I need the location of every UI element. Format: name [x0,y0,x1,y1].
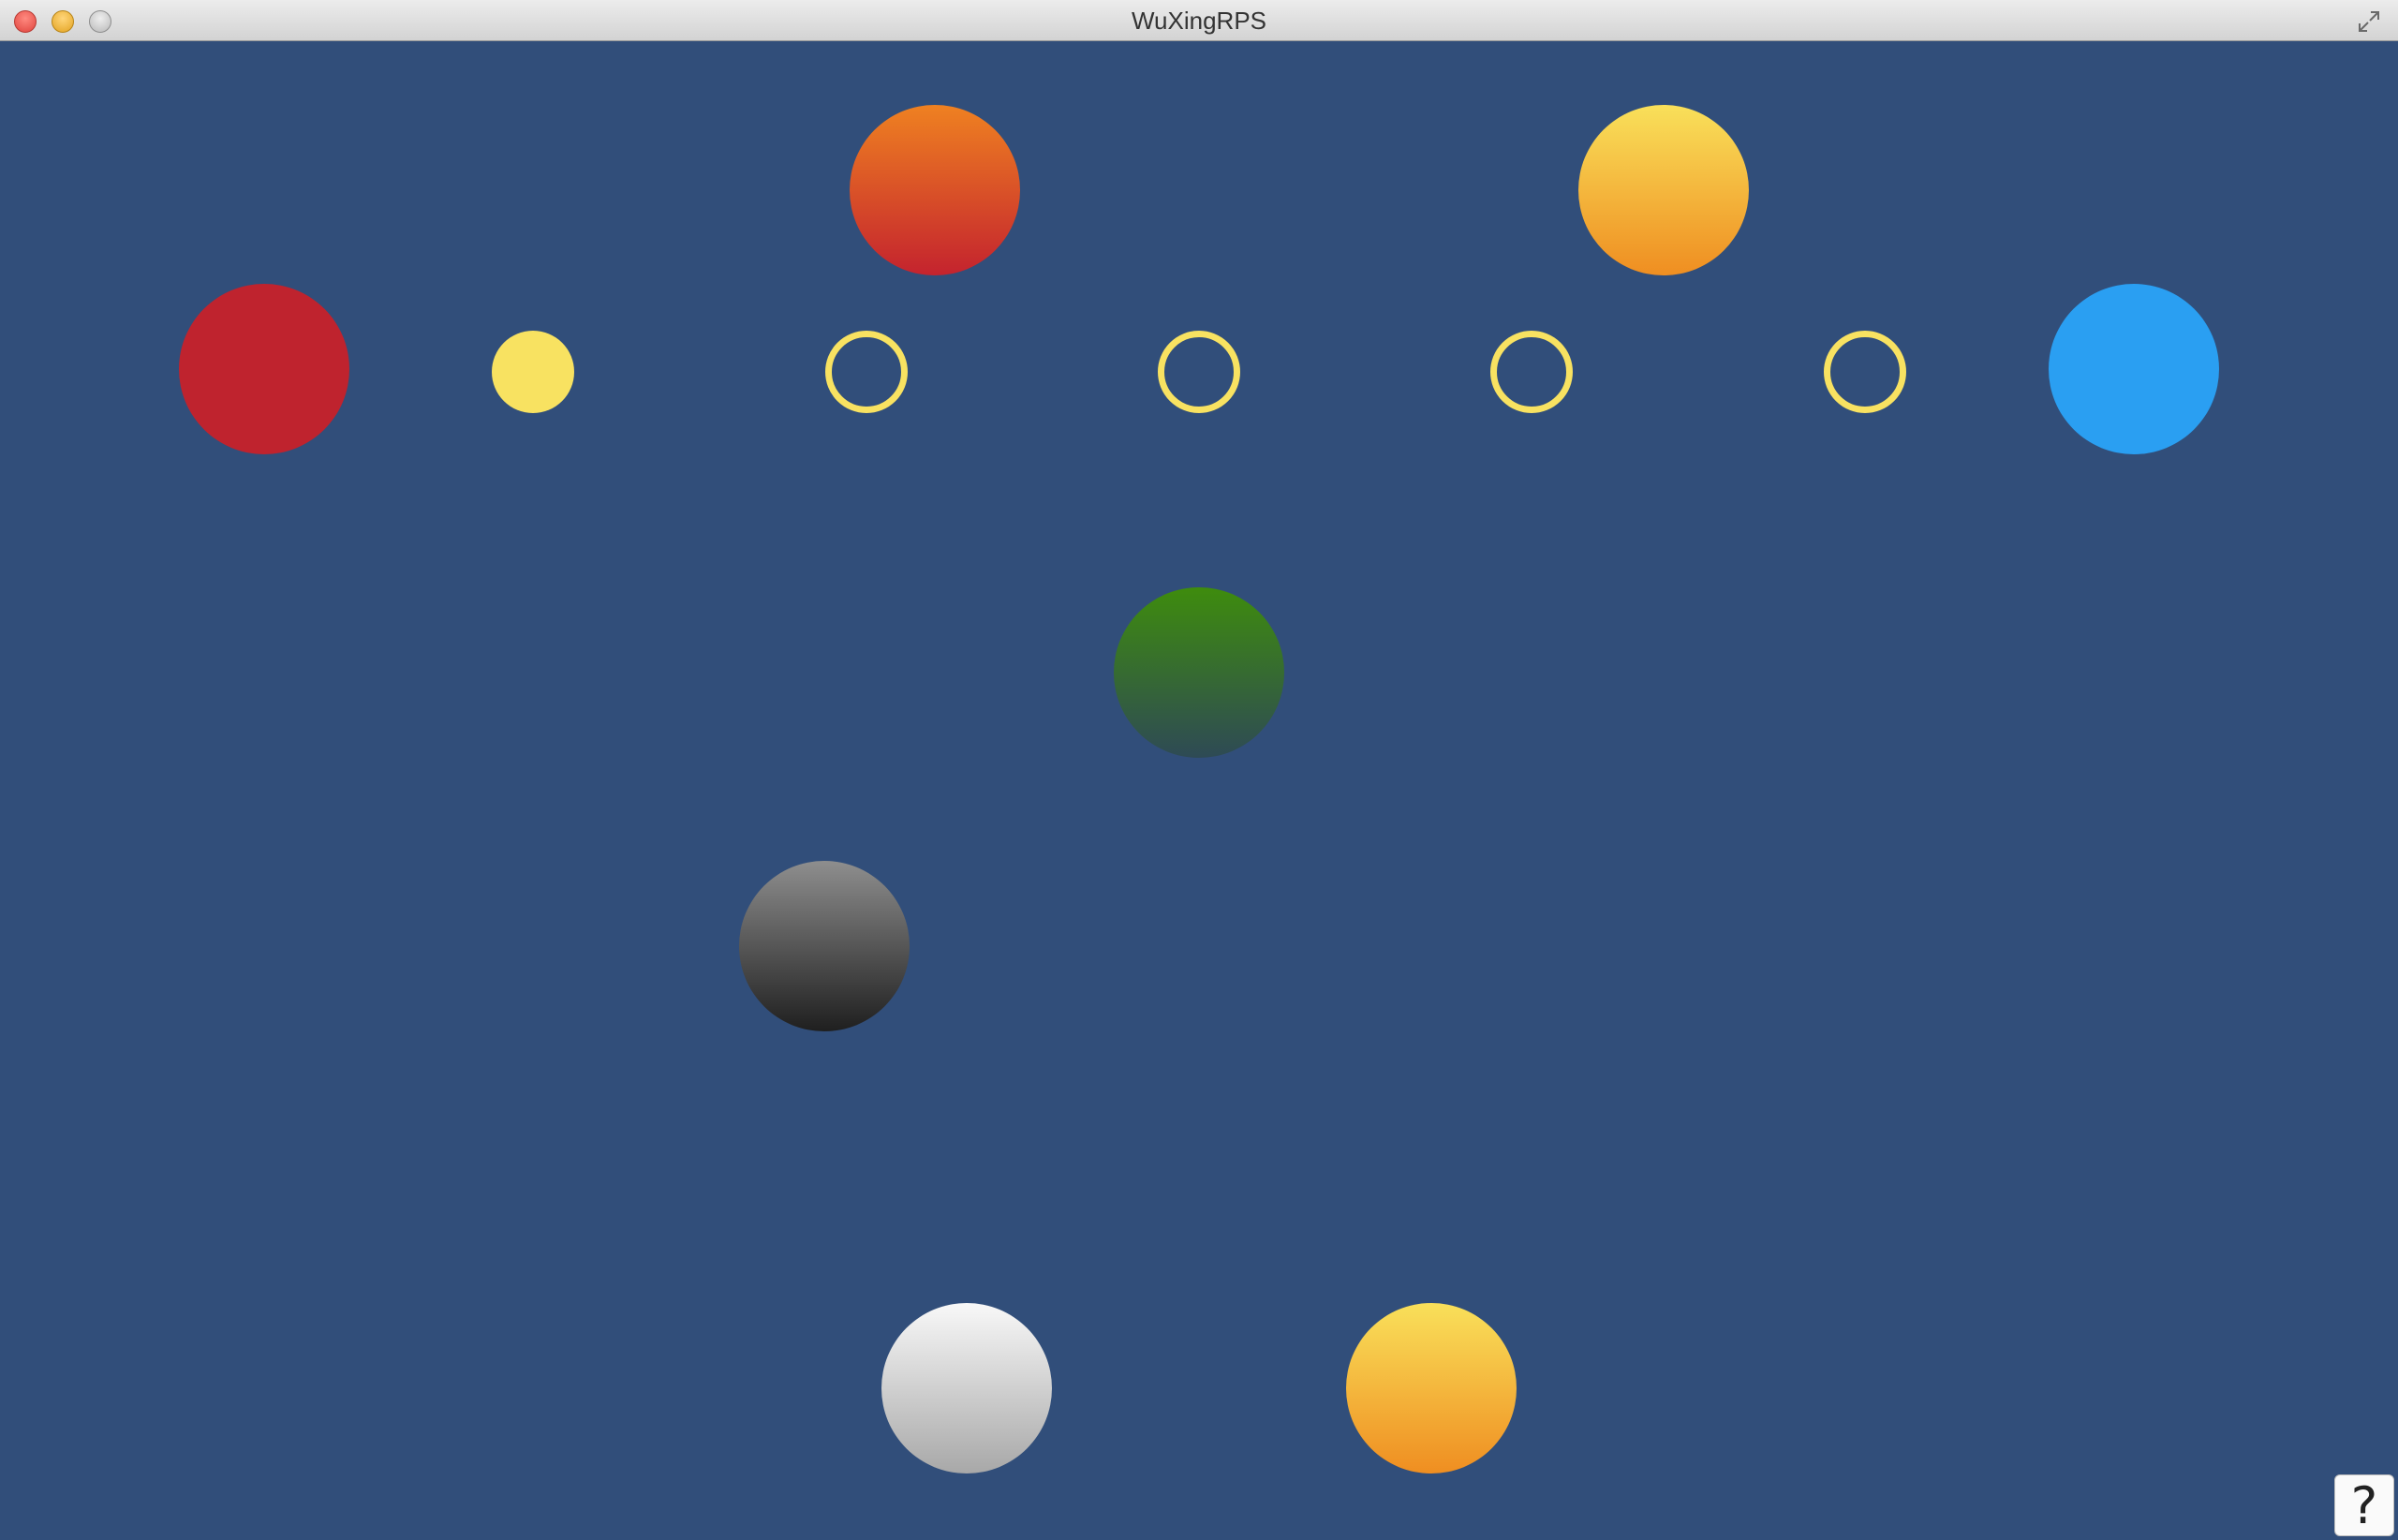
score-marker-empty [1824,331,1906,413]
score-marker-filled [492,331,574,413]
opponent-card-earth[interactable] [1578,105,1749,275]
game-board: ? [0,41,2398,1540]
score-marker-empty [1158,331,1240,413]
player-card-earth[interactable] [1346,1303,1517,1473]
opponent-card-fire[interactable] [850,105,1020,275]
window-titlebar: WuXingRPS [0,0,2398,41]
center-wood-orb [1114,587,1284,758]
fullscreen-icon[interactable] [2357,9,2381,34]
window-title: WuXingRPS [1131,7,1267,35]
played-metal-orb [739,861,910,1031]
help-button[interactable]: ? [2334,1474,2394,1536]
player-right-orb [2049,284,2219,454]
score-marker-empty [825,331,908,413]
score-marker-empty [1490,331,1573,413]
player-card-white[interactable] [881,1303,1052,1473]
player-left-orb [179,284,349,454]
